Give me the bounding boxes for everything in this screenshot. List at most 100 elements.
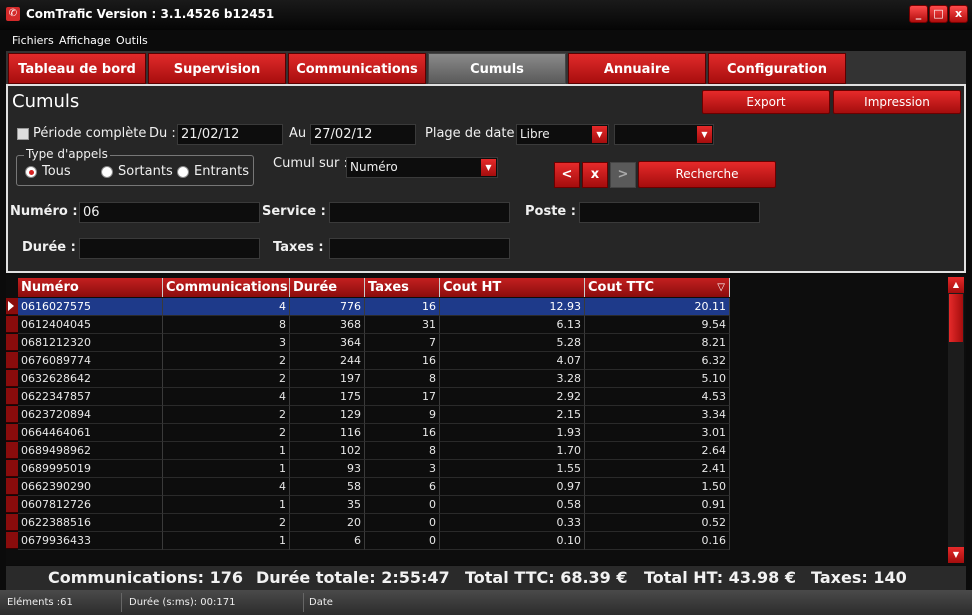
row-selector[interactable] bbox=[6, 334, 18, 351]
previous-button[interactable]: < bbox=[554, 162, 580, 188]
row-selector[interactable] bbox=[6, 442, 18, 459]
row-selector[interactable] bbox=[6, 424, 18, 441]
row-selector[interactable] bbox=[6, 460, 18, 477]
cell-numero: 0616027575 bbox=[18, 298, 163, 316]
cell-duree: 102 bbox=[290, 442, 365, 460]
chevron-down-icon: ▼ bbox=[592, 126, 607, 143]
cell-taxes: 16 bbox=[365, 352, 440, 370]
cell-taxes: 0 bbox=[365, 532, 440, 550]
cell-numero: 0623720894 bbox=[18, 406, 163, 424]
cell-duree: 93 bbox=[290, 460, 365, 478]
row-selector[interactable] bbox=[6, 370, 18, 387]
menu-affichage[interactable]: Affichage bbox=[59, 34, 111, 47]
tab-tableau-de-bord[interactable]: Tableau de bord bbox=[8, 53, 146, 84]
tab-communications[interactable]: Communications bbox=[288, 53, 426, 84]
tab-annuaire[interactable]: Annuaire bbox=[568, 53, 706, 84]
cell-taxes: 6 bbox=[365, 478, 440, 496]
menu-fichiers[interactable]: Fichiers bbox=[12, 34, 54, 47]
date-from-input[interactable]: 21/02/12 bbox=[177, 124, 283, 145]
page-title: Cumuls bbox=[12, 91, 80, 112]
scrollbar-thumb[interactable] bbox=[949, 294, 963, 342]
duree-label: Durée : bbox=[22, 240, 76, 255]
radio-sortants[interactable] bbox=[101, 166, 113, 178]
scroll-down-button[interactable]: ▼ bbox=[948, 547, 964, 563]
cell-numero: 0689498962 bbox=[18, 442, 163, 460]
cell-cout-ht: 1.93 bbox=[440, 424, 585, 442]
cell-communications: 2 bbox=[163, 406, 290, 424]
tab-cumuls[interactable]: Cumuls bbox=[428, 53, 566, 84]
menu-bar: Fichiers Affichage Outils bbox=[0, 30, 972, 50]
duree-input[interactable] bbox=[79, 238, 260, 259]
cell-cout-ttc: 6.32 bbox=[585, 352, 730, 370]
cell-cout-ttc: 5.10 bbox=[585, 370, 730, 388]
cell-duree: 364 bbox=[290, 334, 365, 352]
status-duree: Durée (s:ms): 00:171 bbox=[126, 593, 304, 612]
column-header-duree[interactable]: Durée bbox=[290, 278, 365, 297]
cell-cout-ttc: 8.21 bbox=[585, 334, 730, 352]
row-selector[interactable] bbox=[6, 406, 18, 423]
window-title: ComTrafic Version : 3.1.4526 b12451 bbox=[26, 7, 275, 21]
cell-duree: 197 bbox=[290, 370, 365, 388]
cell-duree: 129 bbox=[290, 406, 365, 424]
print-button[interactable]: Impression bbox=[833, 90, 961, 114]
cell-communications: 1 bbox=[163, 460, 290, 478]
radio-sortants-label: Sortants bbox=[118, 164, 173, 179]
column-header-numero[interactable]: Numéro bbox=[18, 278, 163, 297]
poste-label: Poste : bbox=[525, 204, 576, 219]
au-label: Au bbox=[289, 126, 307, 141]
column-header-taxes[interactable]: Taxes bbox=[365, 278, 440, 297]
cumul-sur-select[interactable]: Numéro ▼ bbox=[346, 157, 498, 178]
cell-cout-ht: 2.15 bbox=[440, 406, 585, 424]
plage-select[interactable]: Libre ▼ bbox=[516, 124, 609, 145]
menu-outils[interactable]: Outils bbox=[116, 34, 148, 47]
taxes-input[interactable] bbox=[329, 238, 510, 259]
cell-cout-ttc: 1.50 bbox=[585, 478, 730, 496]
tab-configuration[interactable]: Configuration bbox=[708, 53, 846, 84]
next-button[interactable]: > bbox=[610, 162, 636, 188]
status-bar: Eléments :61 Durée (s:ms): 00:171 Date bbox=[0, 590, 972, 615]
cell-cout-ht: 0.33 bbox=[440, 514, 585, 532]
column-header-cout-ttc[interactable]: Cout TTC ▽ bbox=[585, 278, 730, 297]
radio-tous[interactable] bbox=[25, 166, 37, 178]
radio-entrants[interactable] bbox=[177, 166, 189, 178]
periode-complete-checkbox[interactable] bbox=[17, 128, 29, 140]
row-selector[interactable] bbox=[6, 496, 18, 513]
row-selector[interactable] bbox=[6, 532, 18, 549]
minimize-button[interactable]: _ bbox=[909, 5, 928, 23]
radio-tous-label: Tous bbox=[42, 164, 71, 179]
vertical-scrollbar[interactable]: ▲ ▼ bbox=[948, 277, 964, 563]
date-to-input[interactable]: 27/02/12 bbox=[310, 124, 416, 145]
cell-cout-ttc: 20.11 bbox=[585, 298, 730, 316]
cell-communications: 1 bbox=[163, 442, 290, 460]
scroll-up-button[interactable]: ▲ bbox=[948, 277, 964, 293]
clear-button[interactable]: x bbox=[582, 162, 608, 188]
plage-select-value: Libre bbox=[520, 127, 550, 141]
row-selector[interactable] bbox=[6, 388, 18, 405]
row-selector[interactable] bbox=[6, 352, 18, 369]
sort-desc-icon: ▽ bbox=[717, 282, 725, 293]
row-selector-arrow-icon[interactable] bbox=[6, 298, 18, 315]
search-button[interactable]: Recherche bbox=[638, 161, 776, 188]
column-header-communications[interactable]: Communications bbox=[163, 278, 290, 297]
row-selector[interactable] bbox=[6, 478, 18, 495]
numero-input[interactable]: 06 bbox=[79, 202, 260, 223]
cell-taxes: 16 bbox=[365, 424, 440, 442]
cell-cout-ttc: 9.54 bbox=[585, 316, 730, 334]
cell-cout-ht: 4.07 bbox=[440, 352, 585, 370]
phone-icon: ✆ bbox=[6, 7, 20, 21]
service-input[interactable] bbox=[329, 202, 510, 223]
poste-input[interactable] bbox=[579, 202, 760, 223]
close-button[interactable]: x bbox=[949, 5, 968, 23]
results-grid[interactable]: Numéro Communications Durée Taxes Cout H… bbox=[6, 275, 966, 565]
column-header-cout-ht[interactable]: Cout HT bbox=[440, 278, 585, 297]
tab-supervision[interactable]: Supervision bbox=[148, 53, 286, 84]
maximize-button[interactable]: □ bbox=[929, 5, 948, 23]
cell-communications: 2 bbox=[163, 370, 290, 388]
service-label: Service : bbox=[262, 204, 326, 219]
cell-duree: 116 bbox=[290, 424, 365, 442]
row-selector[interactable] bbox=[6, 316, 18, 333]
plage-range-select[interactable]: ▼ bbox=[614, 124, 714, 145]
cell-taxes: 3 bbox=[365, 460, 440, 478]
row-selector[interactable] bbox=[6, 514, 18, 531]
export-button[interactable]: Export bbox=[702, 90, 830, 114]
